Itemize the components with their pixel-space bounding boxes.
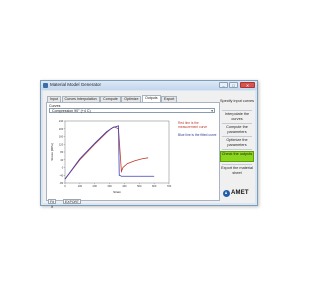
y-axis-label: Stress [MPa] [50, 143, 54, 160]
maximize-button[interactable]: □ [229, 82, 238, 88]
close-button[interactable]: ✕ [240, 82, 255, 88]
app-window: Material Model Generator – □ ✕ Input Cur… [40, 80, 258, 209]
x-tick-label: 100 [78, 184, 83, 188]
amet-logo: AMET [223, 188, 253, 198]
title-bar[interactable]: Material Model Generator – □ ✕ [41, 81, 257, 90]
y-tick-label: 200 [59, 127, 64, 131]
divider [222, 164, 252, 165]
logo-text: AMET [231, 190, 249, 196]
app-icon [43, 83, 48, 88]
x-tick-label: 400 [122, 184, 127, 188]
tab-outputs[interactable]: Outputs [141, 95, 161, 102]
sidebar-item-interpolate[interactable]: Interpolate the curves [220, 112, 254, 121]
y-tick-label: 80 [60, 150, 63, 154]
x-tick-label: 600 [152, 184, 157, 188]
curve-select-value: Compression 90° (+4 C) [52, 109, 91, 113]
y-tick-label: 40 [60, 158, 63, 162]
client-area: Input Curves Interpolation Compute Optim… [43, 91, 255, 209]
x-tick-label: 300 [107, 184, 112, 188]
logo-icon [223, 189, 230, 197]
sidebar-item-check-outputs[interactable]: Check the outputs [220, 151, 254, 162]
chevron-down-icon: ▾ [211, 109, 213, 113]
export-chart-button[interactable]: EXPORT [63, 199, 81, 204]
y-tick-label: 160 [59, 135, 64, 139]
legend-measurement: Red line is the measurement curve [178, 121, 208, 129]
y-tick-label: 240 [59, 119, 64, 123]
minimize-button[interactable]: – [219, 82, 228, 88]
divider [222, 136, 252, 137]
window-title: Material Model Generator [50, 82, 102, 87]
x-tick-label: 200 [93, 184, 98, 188]
sidebar-item-export[interactable]: Export the material sheet [220, 166, 254, 175]
curve-select[interactable]: Compression 90° (+4 C) ▾ [49, 108, 215, 113]
y-tick-label: -40 [59, 173, 63, 177]
y-tick-label: 120 [59, 142, 64, 146]
fit-button[interactable]: Fit it [48, 199, 56, 209]
x-axis-label: Strain [113, 190, 121, 194]
x-tick-label: 0 [64, 184, 66, 188]
sidebar-item-compute[interactable]: Compute the parameters [220, 125, 254, 134]
stress-strain-chart: -80 -40 0 40 80 120 160 200 240 0 100 200 300 400 500 6… [50, 119, 172, 194]
sidebar-item-specify-input[interactable]: Specify input curves [220, 99, 254, 104]
outputs-panel: Curves Compression 90° (+4 C) ▾ -80 -40 0 4… [46, 102, 220, 201]
divider [222, 123, 252, 124]
divider [222, 110, 252, 111]
sidebar-item-optimize[interactable]: Optimize the parameters [220, 138, 254, 147]
plot-area [64, 120, 170, 184]
divider [222, 149, 252, 150]
y-tick-label: -80 [59, 181, 63, 185]
y-tick-label: 0 [62, 166, 64, 170]
x-tick-label: 700 [167, 184, 172, 188]
x-tick-label: 500 [137, 184, 142, 188]
legend-fit: Blue line is the fitted curve [178, 133, 217, 137]
